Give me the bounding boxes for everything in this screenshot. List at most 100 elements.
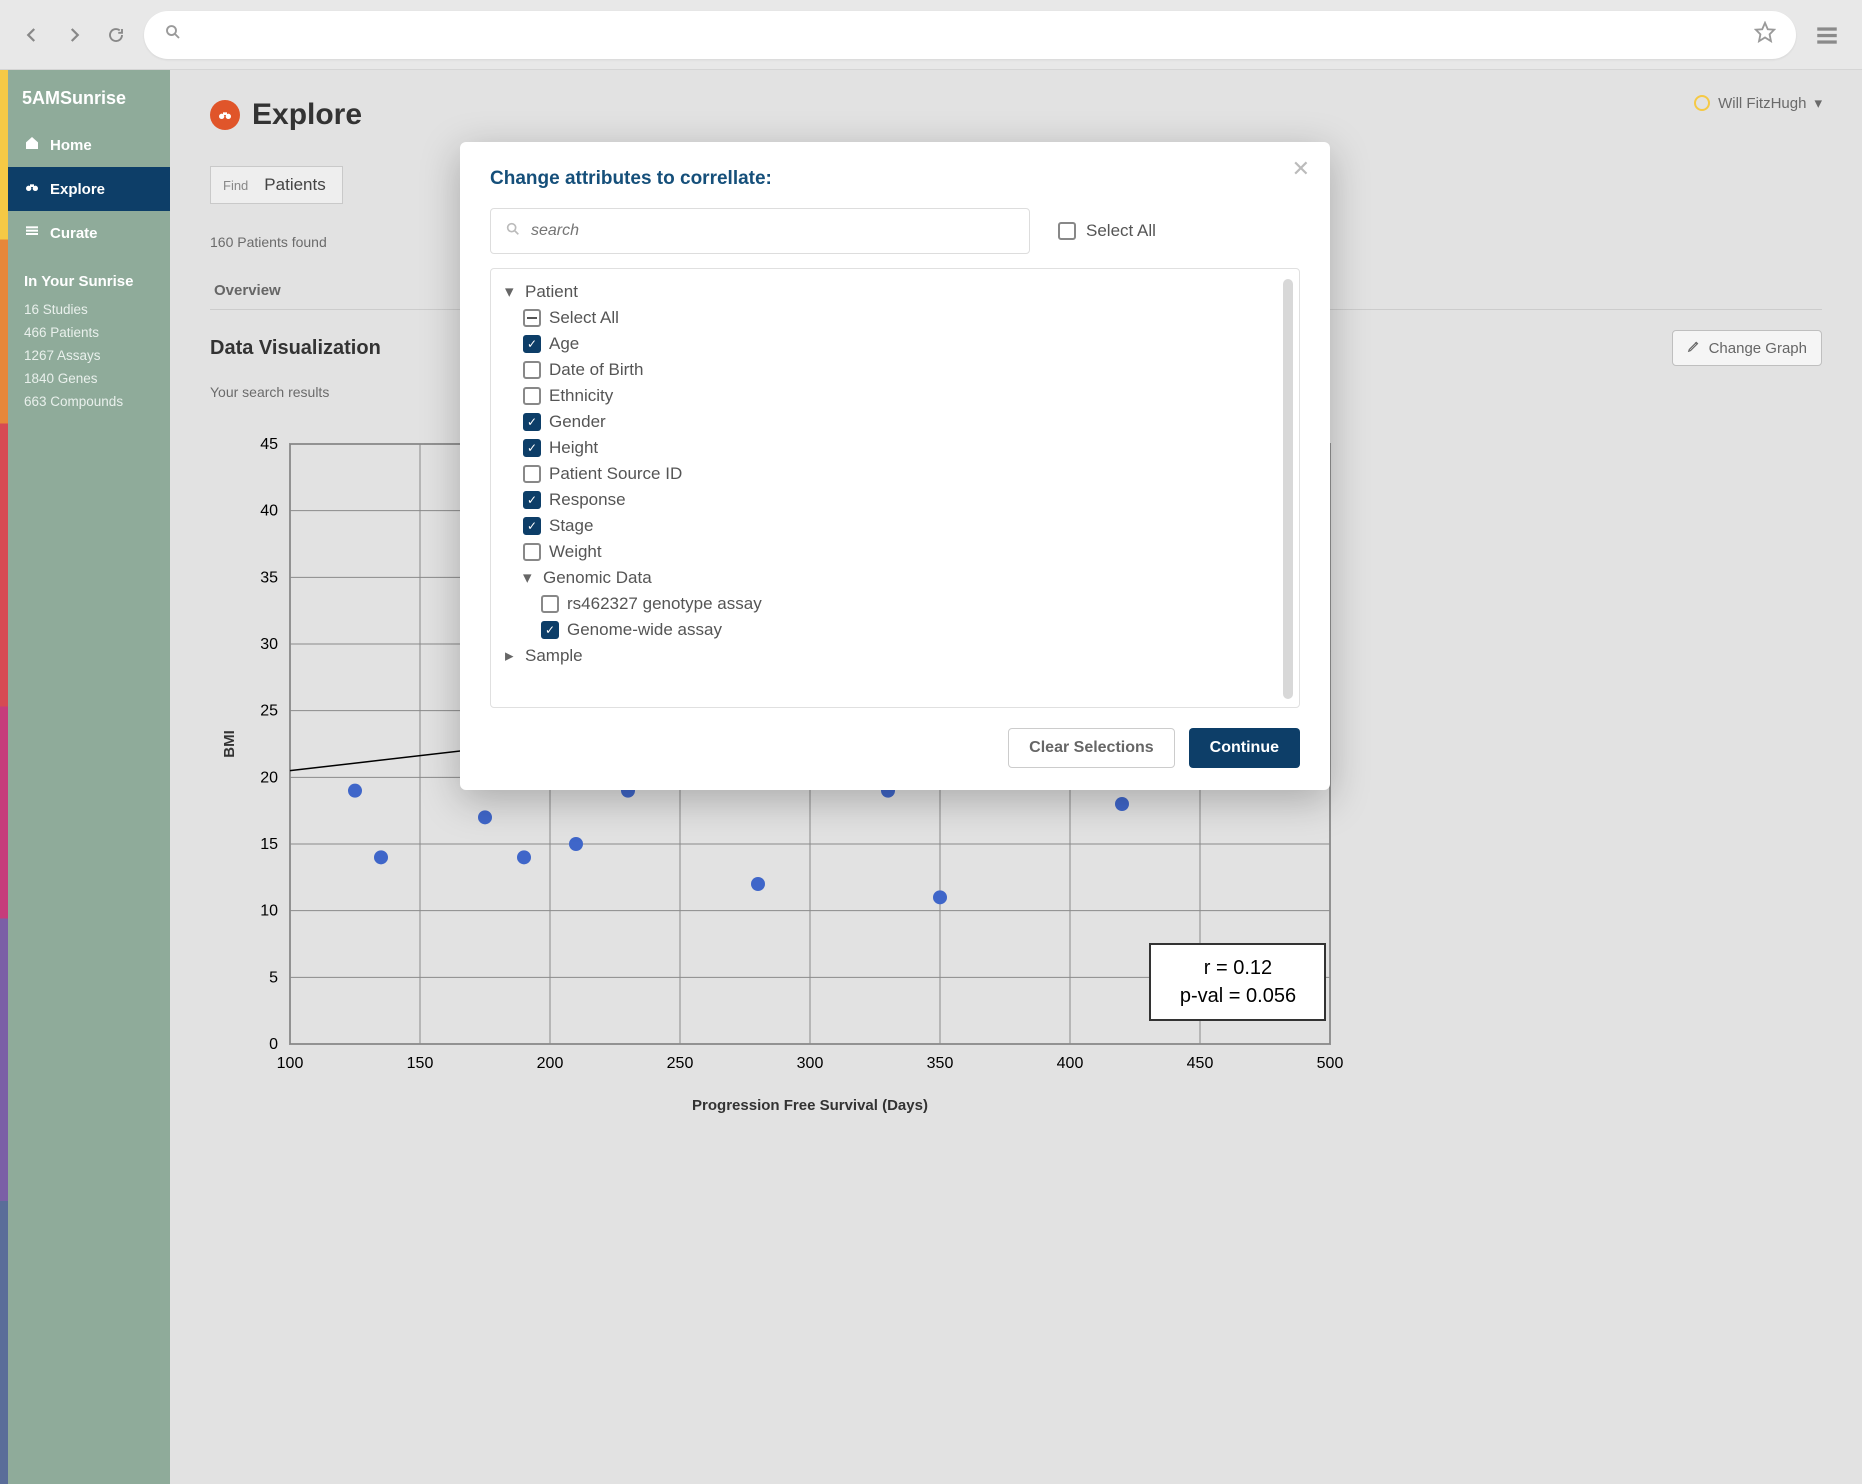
forward-button[interactable] (60, 21, 88, 49)
home-icon (24, 135, 40, 155)
caret-down-icon: ▾ (523, 568, 535, 588)
brand-text: 5AMSunrise (22, 88, 126, 109)
sidebar-item-label: Explore (50, 181, 105, 198)
svg-text:30: 30 (260, 636, 278, 653)
svg-text:45: 45 (260, 436, 278, 453)
sidebar-item-label: Home (50, 137, 92, 154)
tree-label: rs462327 genotype assay (567, 594, 762, 614)
tree-group-patient[interactable]: ▾ Patient (505, 279, 1285, 305)
tree-item-stage[interactable]: ✓ Stage (505, 513, 1285, 539)
tree-item-response[interactable]: ✓ Response (505, 487, 1285, 513)
svg-text:25: 25 (260, 703, 278, 720)
tree-item-height[interactable]: ✓ Height (505, 435, 1285, 461)
back-button[interactable] (18, 21, 46, 49)
caret-right-icon: ▸ (505, 646, 517, 666)
tree-label: Date of Birth (549, 360, 644, 380)
section-heading: Data Visualization (210, 337, 381, 360)
checkbox-icon: ✓ (523, 491, 541, 509)
search-icon (164, 23, 182, 46)
tree-label: Ethnicity (549, 386, 613, 406)
checkbox-icon (541, 595, 559, 613)
tree-item-select-all[interactable]: Select All (505, 305, 1285, 331)
checkbox-icon (523, 309, 541, 327)
tree-group-sample[interactable]: ▸ Sample (505, 643, 1285, 669)
close-button[interactable]: ✕ (1292, 156, 1310, 182)
tree-label: Genome-wide assay (567, 620, 722, 640)
tree-label: Select All (549, 308, 619, 328)
menu-button[interactable] (1810, 18, 1844, 52)
clear-selections-button[interactable]: Clear Selections (1008, 728, 1175, 768)
find-selector[interactable]: Find Patients (210, 166, 343, 204)
change-graph-button[interactable]: Change Graph (1672, 330, 1822, 366)
checkbox-icon: ✓ (523, 517, 541, 535)
user-name: Will FitzHugh (1718, 95, 1806, 112)
find-label: Find (211, 170, 260, 201)
browser-chrome (0, 0, 1862, 70)
attribute-tree: ▾ Patient Select All ✓Age Date of Birth Ethni… (490, 268, 1300, 708)
caret-down-icon: ▾ (505, 282, 517, 302)
checkbox-icon (523, 361, 541, 379)
svg-text:40: 40 (260, 503, 278, 520)
checkbox-icon: ✓ (523, 335, 541, 353)
scrollbar[interactable] (1283, 279, 1293, 699)
tree-item-rs462327-genotype-assay[interactable]: rs462327 genotype assay (505, 591, 1285, 617)
sidebar-stat[interactable]: 1267 Assays (24, 344, 154, 367)
sidebar-stat[interactable]: 663 Compounds (24, 390, 154, 413)
tree-label: Patient Source ID (549, 464, 682, 484)
sidebar-item-label: Curate (50, 225, 98, 242)
bookmark-star-icon[interactable] (1754, 21, 1776, 48)
sidebar-item-curate[interactable]: Curate (8, 211, 170, 255)
attribute-search-input[interactable] (490, 208, 1030, 254)
checkbox-icon: ✓ (523, 439, 541, 457)
svg-text:300: 300 (797, 1055, 824, 1072)
tree-label: Sample (525, 646, 583, 666)
tree-item-genome-wide-assay[interactable]: ✓ Genome-wide assay (505, 617, 1285, 643)
user-menu[interactable]: Will FitzHugh ▾ (1694, 94, 1822, 112)
tree-group-genomic-data[interactable]: ▾ Genomic Data (505, 565, 1285, 591)
svg-text:100: 100 (277, 1055, 304, 1072)
page-title: Explore (210, 98, 1822, 132)
brand-logo: 5AMSunrise (8, 70, 170, 123)
sidebar-stat[interactable]: 1840 Genes (24, 367, 154, 390)
modal-title: Change attributes to correllate: (490, 168, 1300, 190)
checkbox-icon (523, 387, 541, 405)
sidebar-stat[interactable]: 16 Studies (24, 298, 154, 321)
pencil-icon (1687, 339, 1701, 357)
sidebar-item-home[interactable]: Home (8, 123, 170, 167)
user-avatar-ring-icon (1694, 95, 1710, 111)
tree-label: Genomic Data (543, 568, 652, 588)
sidebar-stat[interactable]: 466 Patients (24, 321, 154, 344)
search-icon (505, 221, 521, 242)
binoculars-icon (210, 100, 240, 130)
tree-item-weight[interactable]: Weight (505, 539, 1285, 565)
select-all-checkbox[interactable]: Select All (1058, 221, 1156, 241)
svg-text:p-val = 0.056: p-val = 0.056 (1180, 985, 1296, 1007)
svg-text:400: 400 (1057, 1055, 1084, 1072)
tree-item-age[interactable]: ✓Age (505, 331, 1285, 357)
svg-text:r = 0.12: r = 0.12 (1204, 957, 1272, 979)
tree-item-gender[interactable]: ✓Gender (505, 409, 1285, 435)
tree-label: Response (549, 490, 626, 510)
url-bar[interactable] (144, 11, 1796, 59)
svg-text:0: 0 (269, 1036, 278, 1053)
checkbox-icon: ✓ (541, 621, 559, 639)
reload-button[interactable] (102, 21, 130, 49)
continue-button[interactable]: Continue (1189, 728, 1300, 768)
tree-label: Patient (525, 282, 578, 302)
chevron-down-icon: ▾ (1814, 94, 1822, 112)
tree-label: Stage (549, 516, 593, 536)
sidebar: 5AMSunrise HomeExploreCurate In Your Sun… (8, 70, 170, 1484)
tree-item-patient-source-id[interactable]: Patient Source ID (505, 461, 1285, 487)
find-value: Patients (260, 167, 341, 203)
tree-label: Height (549, 438, 598, 458)
binoculars-icon (24, 179, 40, 199)
checkbox-icon: ✓ (523, 413, 541, 431)
svg-text:200: 200 (537, 1055, 564, 1072)
svg-text:5: 5 (269, 969, 278, 986)
tree-label: Weight (549, 542, 602, 562)
svg-text:35: 35 (260, 569, 278, 586)
tree-item-date-of-birth[interactable]: Date of Birth (505, 357, 1285, 383)
sidebar-item-explore[interactable]: Explore (8, 167, 170, 211)
tree-item-ethnicity[interactable]: Ethnicity (505, 383, 1285, 409)
tab-overview[interactable]: Overview (210, 272, 285, 309)
